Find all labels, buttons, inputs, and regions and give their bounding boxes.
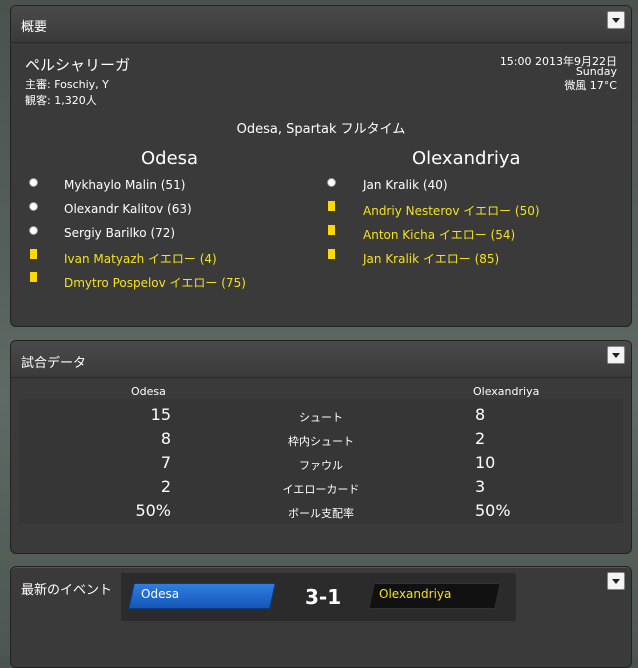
stat-label: イエローカード — [282, 483, 360, 496]
score-away-team[interactable]: Olexandriya — [379, 587, 451, 601]
stat-home-value: 50% — [135, 501, 171, 520]
home-event[interactable]: Ivan Matyazh イエロー (4) — [64, 250, 217, 267]
yellow-card-icon — [328, 201, 335, 211]
ball-icon — [29, 202, 38, 211]
stat-away-value: 2 — [475, 429, 486, 448]
away-team-name[interactable]: Olexandriya — [412, 148, 521, 169]
result-line: Odesa, Spartak フルタイム — [236, 122, 406, 137]
stats-collapse-icon[interactable] — [607, 346, 625, 364]
stat-row: 2 イエローカード 3 — [11, 477, 631, 501]
match-stats-panel: 試合データ Odesa Olexandriya 15 シュート 8 8 枠内シュ… — [10, 340, 632, 554]
yellow-card-icon — [328, 225, 335, 235]
stats-title: 試合データ — [21, 356, 87, 371]
stats-away-team[interactable]: Olexandriya — [473, 385, 539, 398]
stat-home-value: 7 — [160, 453, 171, 472]
competition-name: ペルシャリーガ — [25, 56, 131, 74]
latest-collapse-icon[interactable] — [607, 572, 625, 590]
referee: 主審: Foschiy, Y — [25, 78, 109, 91]
yellow-card-icon — [328, 249, 335, 259]
stats-home-team[interactable]: Odesa — [131, 385, 166, 398]
overview-collapse-icon[interactable] — [607, 11, 625, 29]
stat-home-value: 15 — [150, 405, 171, 424]
overview-header: 概要 — [11, 6, 631, 43]
stats-header: 試合データ — [11, 341, 631, 378]
ball-icon — [327, 178, 336, 187]
home-event[interactable]: Sergiy Barilko (72) — [64, 226, 175, 240]
overview-title: 概要 — [21, 20, 48, 35]
home-event[interactable]: Dmytro Pospelov イエロー (75) — [64, 274, 246, 291]
ball-icon — [29, 226, 38, 235]
score: 3-1 — [305, 585, 342, 609]
yellow-card-icon — [30, 249, 37, 259]
away-event[interactable]: Jan Kralik イエロー (85) — [363, 250, 499, 267]
stat-label: ボール支配率 — [288, 507, 354, 520]
stat-label: 枠内シュート — [288, 435, 354, 448]
yellow-card-icon — [30, 272, 37, 282]
stat-away-value: 3 — [475, 477, 486, 496]
stat-label: ファウル — [299, 459, 343, 472]
stat-home-value: 2 — [160, 477, 171, 496]
stat-row: 50% ボール支配率 50% — [11, 501, 631, 525]
scoreboard: Odesa 3-1 Olexandriya — [121, 573, 516, 621]
away-event[interactable]: Jan Kralik (40) — [363, 178, 448, 192]
stat-row: 8 枠内シュート 2 — [11, 429, 631, 453]
overview-panel: 概要 ペルシャリーガ 主審: Foschiy, Y 観客: 1,320人 15:… — [10, 5, 632, 327]
stat-row: 15 シュート 8 — [11, 405, 631, 429]
home-event[interactable]: Olexandr Kalitov (63) — [64, 202, 192, 216]
stat-away-value: 50% — [475, 501, 511, 520]
stat-row: 7 ファウル 10 — [11, 453, 631, 477]
home-event[interactable]: Mykhaylo Malin (51) — [64, 178, 185, 192]
weather: 微風 17°C — [564, 79, 617, 92]
attendance: 観客: 1,320人 — [25, 94, 97, 107]
stat-label: シュート — [299, 411, 343, 424]
stat-home-value: 8 — [160, 429, 171, 448]
score-home-team[interactable]: Odesa — [141, 587, 179, 601]
stat-away-value: 8 — [475, 405, 486, 424]
away-event[interactable]: Andriy Nesterov イエロー (50) — [363, 202, 540, 219]
away-event[interactable]: Anton Kicha イエロー (54) — [363, 226, 515, 243]
latest-events-panel: 最新のイベント Odesa 3-1 Olexandriya — [10, 566, 632, 668]
latest-title: 最新のイベント — [21, 583, 113, 598]
stat-away-value: 10 — [475, 453, 496, 472]
home-team-name[interactable]: Odesa — [141, 148, 198, 169]
ball-icon — [29, 178, 38, 187]
